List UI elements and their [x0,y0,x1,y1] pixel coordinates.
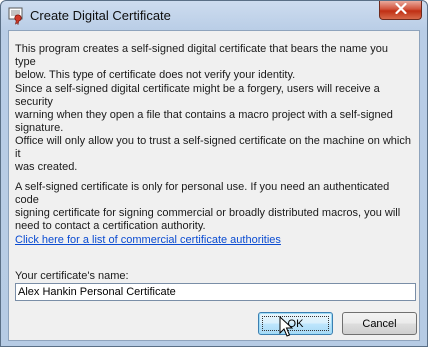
trust-machine-text: Office will only allow you to trust a se… [15,135,411,173]
title-bar[interactable]: Create Digital Certificate [1,1,427,31]
window-title: Create Digital Certificate [30,8,171,23]
personal-use-text: A self-signed certificate is only for pe… [15,181,401,232]
cancel-button[interactable]: Cancel [342,312,417,335]
forgery-warning-text: Since a self-signed digital certificate … [15,83,393,134]
dialog-window: Create Digital Certificate This program … [0,0,428,347]
intro-text: This program creates a self-signed digit… [15,43,388,81]
certificate-name-label: Your certificate's name: [15,270,129,282]
dialog-content: This program creates a self-signed digit… [8,30,420,341]
close-icon [394,1,407,19]
certificate-icon [8,7,24,26]
certificate-name-input[interactable] [15,283,416,301]
mouse-pointer-icon [279,315,294,338]
cancel-button-label: Cancel [362,317,397,330]
close-button[interactable] [379,1,422,20]
ok-button[interactable]: OK [258,312,333,335]
certificate-authorities-link[interactable]: Click here for a list of commercial cert… [15,234,281,246]
